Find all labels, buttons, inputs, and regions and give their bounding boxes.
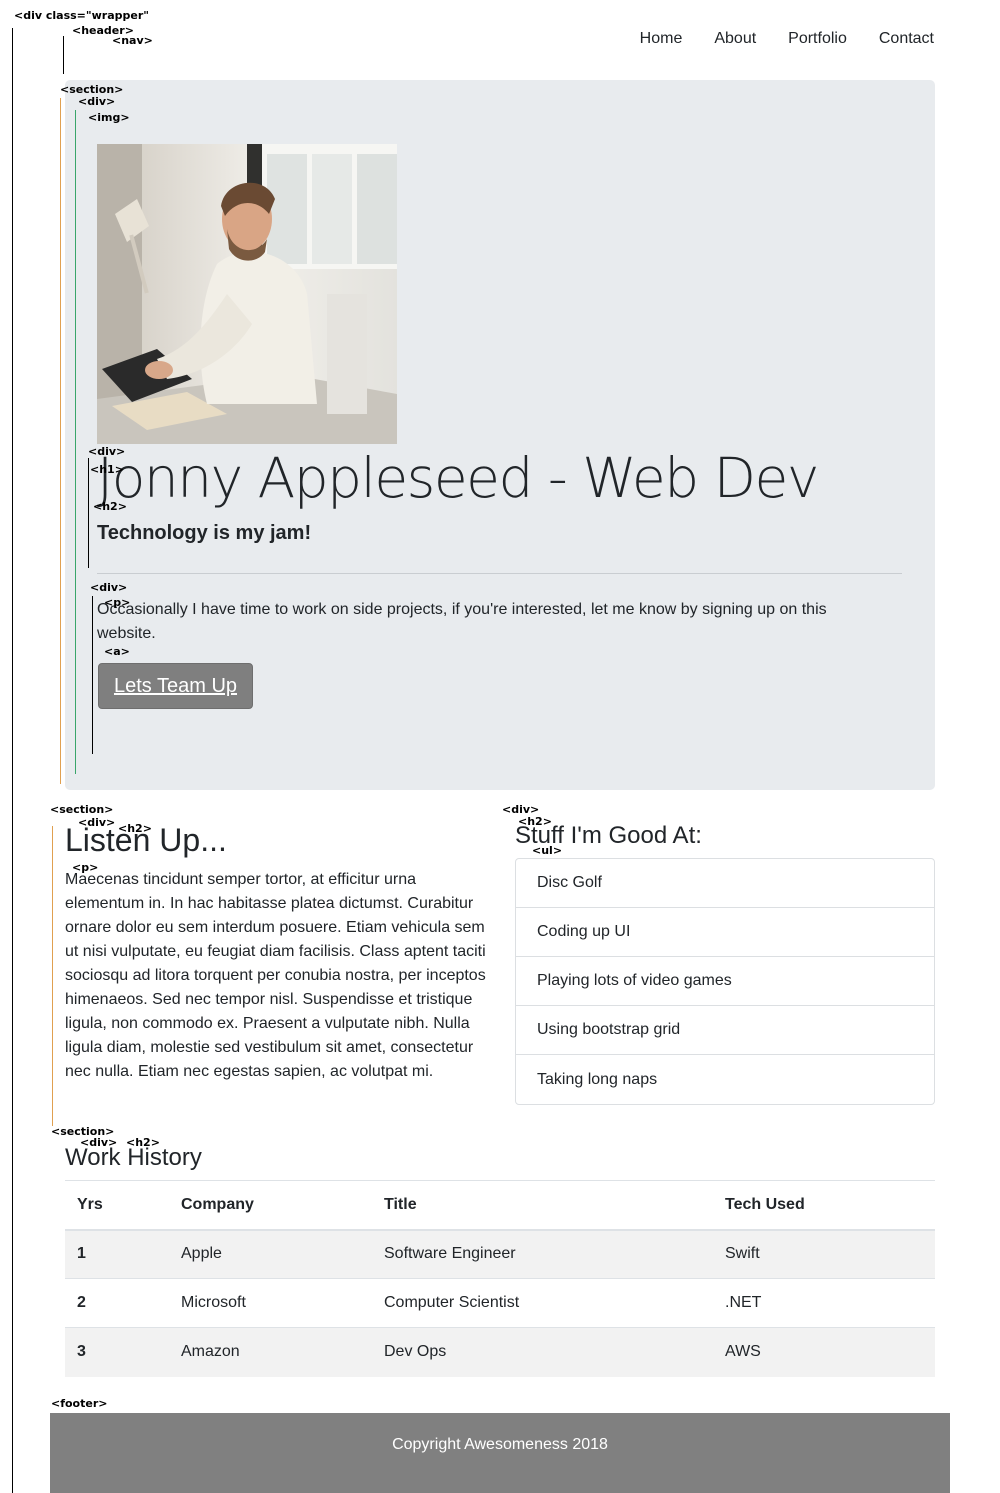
annotation-section: <section> xyxy=(50,803,114,816)
list-item: Using bootstrap grid xyxy=(516,1006,934,1055)
header-guide-line xyxy=(63,36,64,74)
section-guide-line xyxy=(60,98,61,784)
page-subtitle: Technology is my jam! xyxy=(97,522,312,544)
annotation-div: <div> xyxy=(90,581,128,594)
annotation-h2: <h2> xyxy=(118,822,152,835)
annotation-p: <p> xyxy=(72,861,99,874)
section-guide-line-2 xyxy=(52,826,53,1126)
annotation-h2: <h2> xyxy=(518,815,552,828)
column-header: Tech Used xyxy=(713,1180,935,1231)
nav-home-link[interactable]: Home xyxy=(640,30,683,48)
work-history-table: Yrs Company Title Tech Used 1 Apple Soft… xyxy=(65,1180,935,1377)
nav-contact-link[interactable]: Contact xyxy=(879,30,934,48)
annotation-img: <img> xyxy=(88,111,130,124)
list-item: Coding up UI xyxy=(516,908,934,957)
annotation-ul: <ul> xyxy=(532,844,563,857)
table-cell: .NET xyxy=(713,1278,935,1328)
annotation-wrapper: <div class="wrapper" xyxy=(14,9,149,22)
table-row: 3 Amazon Dev Ops AWS xyxy=(65,1327,935,1377)
nav-portfolio-link[interactable]: Portfolio xyxy=(788,30,847,48)
table-row: 1 Apple Software Engineer Swift xyxy=(65,1229,935,1279)
main-nav: Home About Portfolio Contact xyxy=(640,30,934,48)
page-title: Jonny Appleseed - Web Dev xyxy=(97,446,819,510)
annotation-div: <div> xyxy=(88,445,126,458)
table-cell: Dev Ops xyxy=(372,1327,713,1377)
page-footer: Copyright Awesomeness 2018 xyxy=(50,1413,950,1493)
list-item: Playing lots of video games xyxy=(516,957,934,1006)
list-item: Disc Golf xyxy=(516,859,934,908)
table-cell: Amazon xyxy=(169,1327,372,1377)
listen-paragraph: Maecenas tincidunt semper tortor, at eff… xyxy=(65,871,486,1080)
table-row: 2 Microsoft Computer Scientist .NET xyxy=(65,1278,935,1328)
annotation-div: <div> xyxy=(80,1136,118,1149)
footer-copyright: Copyright Awesomeness 2018 xyxy=(392,1436,608,1453)
table-cell: 1 xyxy=(65,1229,169,1279)
annotation-h2: <h2> xyxy=(93,500,127,513)
column-header: Company xyxy=(169,1180,372,1231)
div-guide-line-2 xyxy=(88,458,89,568)
annotation-h2: <h2> xyxy=(126,1136,160,1149)
annotation-div: <div> xyxy=(78,95,116,108)
table-cell: 3 xyxy=(65,1327,169,1377)
annotation-div: <div> xyxy=(78,816,116,829)
wrapper-guide-line xyxy=(12,28,13,1493)
table-cell: Computer Scientist xyxy=(372,1278,713,1328)
table-header-row: Yrs Company Title Tech Used xyxy=(65,1180,935,1231)
table-cell: Apple xyxy=(169,1229,372,1279)
annotation-nav: <nav> xyxy=(112,34,153,47)
table-cell: Microsoft xyxy=(169,1278,372,1328)
team-up-button[interactable]: Lets Team Up xyxy=(98,663,253,709)
skills-list: Disc Golf Coding up UI Playing lots of v… xyxy=(515,858,935,1105)
annotation-footer: <footer> xyxy=(51,1397,108,1410)
div-guide-line xyxy=(75,110,76,774)
column-header: Title xyxy=(372,1180,713,1231)
divider xyxy=(97,573,902,574)
list-item: Taking long naps xyxy=(537,1070,658,1088)
hero-description: Occasionally I have time to work on side… xyxy=(97,601,827,642)
table-cell: 2 xyxy=(65,1278,169,1328)
table-cell: Software Engineer xyxy=(372,1229,713,1279)
annotation-p: <p> xyxy=(104,596,131,609)
annotation-a: <a> xyxy=(104,645,130,658)
nav-about-link[interactable]: About xyxy=(714,30,756,48)
profile-photo-illustration xyxy=(97,144,397,444)
column-header: Yrs xyxy=(65,1180,169,1231)
annotation-h1: <h1> xyxy=(90,463,124,476)
profile-photo xyxy=(97,144,397,444)
table-cell: AWS xyxy=(713,1327,935,1377)
div-guide-line-3 xyxy=(92,596,93,754)
table-cell: Swift xyxy=(713,1229,935,1279)
